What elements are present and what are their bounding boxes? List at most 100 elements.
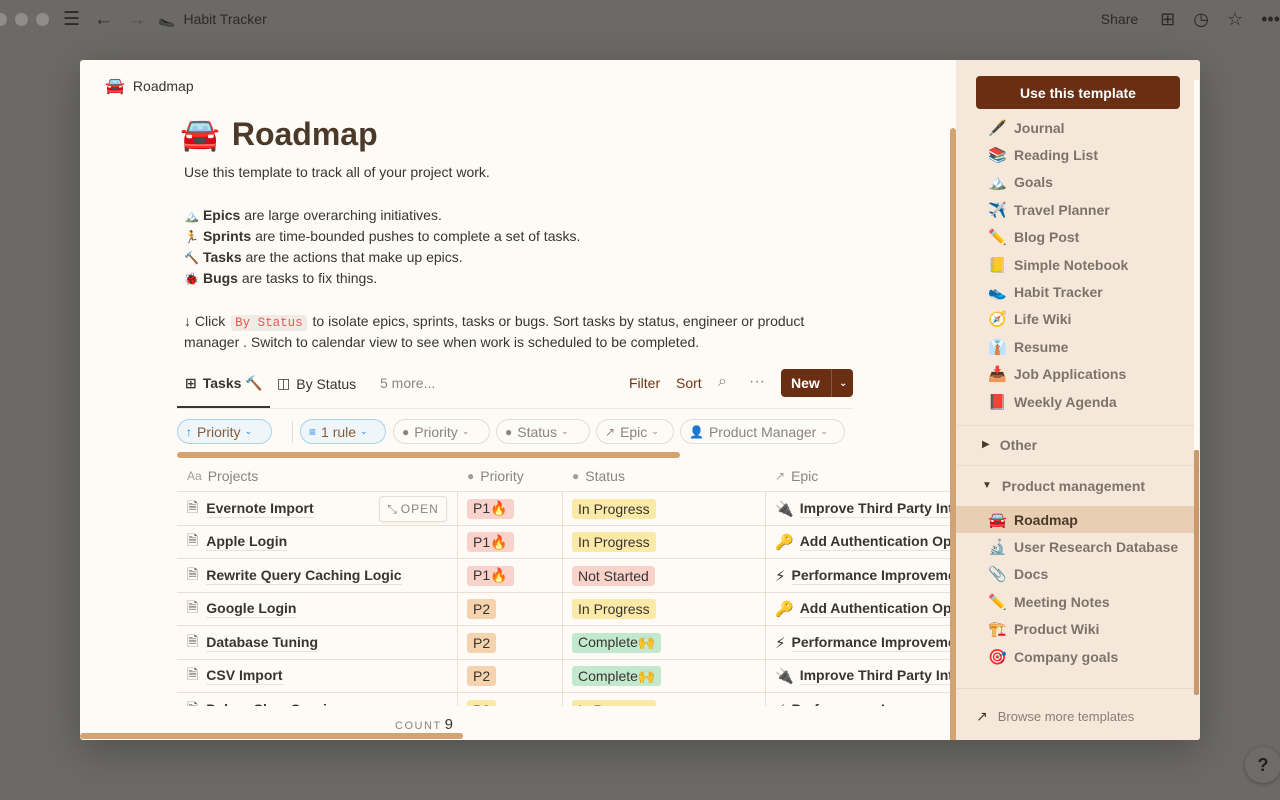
help-button[interactable]: ? bbox=[1245, 747, 1280, 783]
priority-cell[interactable]: P2 bbox=[467, 626, 497, 659]
more-views-button[interactable]: 5 more... bbox=[380, 375, 435, 391]
priority-cell[interactable]: P1🔥 bbox=[467, 559, 514, 592]
priority-cell[interactable]: P1🔥 bbox=[467, 526, 514, 559]
table-row[interactable]: 🗎 Debug Slow Queries P3 In Progress ⚡ Perform… bbox=[177, 693, 956, 706]
status-cell[interactable]: Complete🙌 bbox=[572, 660, 662, 693]
back-arrow-icon[interactable]: ← bbox=[94, 10, 113, 29]
column-header-priority[interactable]: ● Priority bbox=[467, 460, 524, 492]
search-icon[interactable]: ⌕ bbox=[718, 373, 727, 391]
horizontal-scrollbar-bottom[interactable] bbox=[80, 733, 463, 739]
sidebar-item-roadmap[interactable]: 🚘 Roadmap bbox=[956, 506, 1194, 533]
sidebar-item-user-research-database[interactable]: 🔬 User Research Database bbox=[956, 533, 1194, 560]
table-row[interactable]: 🗎 CSV Import P2 Complete🙌 🔌 Improve Third Par… bbox=[177, 660, 956, 693]
breadcrumb[interactable]: 🚘 Roadmap bbox=[105, 76, 194, 96]
project-cell[interactable]: 🗎 Google Login bbox=[187, 593, 457, 626]
status-filter-chip[interactable]: ● Status ⌄ bbox=[496, 419, 590, 444]
project-name[interactable]: Debug Slow Queries bbox=[206, 701, 342, 707]
project-name[interactable]: Evernote Import bbox=[206, 500, 314, 518]
sidebar-item-company-goals[interactable]: 🎯 Company goals bbox=[956, 643, 1194, 670]
favorite-star-icon[interactable]: ☆ bbox=[1227, 9, 1243, 30]
priority-cell[interactable]: P2 bbox=[467, 660, 497, 693]
sidebar-item-habit-tracker[interactable]: 👟 Habit Tracker bbox=[956, 278, 1194, 305]
window-close-button[interactable] bbox=[0, 12, 7, 26]
filter-button[interactable]: Filter bbox=[629, 375, 660, 391]
column-header-projects[interactable]: Aa Projects bbox=[187, 460, 258, 492]
use-template-button[interactable]: Use this template bbox=[976, 76, 1180, 109]
priority-cell[interactable]: P3 bbox=[467, 693, 497, 706]
sidebar-item-resume[interactable]: 👔 Resume bbox=[956, 333, 1194, 360]
epic-link[interactable]: Performance Improvements bbox=[791, 634, 956, 652]
sidebar-item-meeting-notes[interactable]: ✏️ Meeting Notes bbox=[956, 588, 1194, 615]
sidebar-scrollbar[interactable] bbox=[1194, 450, 1199, 695]
sort-priority-chip[interactable]: ↑ Priority ⌄ bbox=[177, 419, 272, 444]
sidebar-item-blog-post[interactable]: ✏️ Blog Post bbox=[956, 224, 1194, 251]
status-cell[interactable]: Complete🙌 bbox=[572, 626, 662, 659]
epic-filter-chip[interactable]: ↗ Epic ⌄ bbox=[596, 419, 674, 444]
sidebar-item-docs[interactable]: 📎 Docs bbox=[956, 561, 1194, 588]
status-cell[interactable]: In Progress bbox=[572, 593, 656, 626]
table-row[interactable]: 🗎 Rewrite Query Caching Logic P1🔥 Not Start… bbox=[177, 559, 956, 593]
history-clock-icon[interactable]: ◷ bbox=[1193, 9, 1209, 30]
epic-link[interactable]: Improve Third Party Integrations bbox=[799, 500, 956, 518]
page-title-breadcrumb[interactable]: 🥿 Habit Tracker bbox=[158, 11, 267, 28]
forward-arrow-icon[interactable]: → bbox=[127, 10, 146, 29]
epic-cell[interactable]: 🔌 Improve Third Party Integrations bbox=[775, 660, 956, 693]
epic-link[interactable]: Add Authentication Options bbox=[799, 600, 956, 618]
status-cell[interactable]: In Progress bbox=[572, 693, 656, 706]
sidebar-item-travel-planner[interactable]: ✈️ Travel Planner bbox=[956, 196, 1194, 223]
tab-tasks[interactable]: ⊞ Tasks 🔨 bbox=[185, 375, 263, 392]
open-row-button[interactable]: ⤡ OPEN bbox=[379, 496, 447, 522]
table-row[interactable]: +⠿🗎Evernote Import⤡OPENP1🔥In Progress🔌Im… bbox=[177, 492, 956, 526]
sidebar-item-journal[interactable]: 🖋️ Journal bbox=[956, 114, 1194, 141]
sidebar-item-life-wiki[interactable]: 🧭 Life Wiki bbox=[956, 306, 1194, 333]
new-button[interactable]: New ⌄ bbox=[781, 369, 853, 397]
status-cell[interactable]: In Progress bbox=[572, 526, 656, 559]
epic-link[interactable]: Performance Improvements bbox=[792, 701, 956, 707]
horizontal-scrollbar[interactable] bbox=[177, 452, 680, 458]
project-cell[interactable]: 🗎 Database Tuning bbox=[187, 626, 457, 659]
browse-more-templates-link[interactable]: ↗ Browse more templates bbox=[976, 708, 1134, 725]
sidebar-item-product-wiki[interactable]: 🏗️ Product Wiki bbox=[956, 616, 1194, 643]
project-cell[interactable]: 🗎 CSV Import bbox=[187, 660, 457, 693]
column-header-status[interactable]: ● Status bbox=[572, 460, 625, 492]
sidebar-item-simple-notebook[interactable]: 📒 Simple Notebook bbox=[956, 251, 1194, 278]
filter-rule-chip[interactable]: ≡ 1 rule ⌄ bbox=[300, 419, 386, 444]
project-name[interactable]: Rewrite Query Caching Logic bbox=[206, 567, 402, 585]
sidebar-group-product-management[interactable]: ▼ Product management bbox=[956, 472, 1194, 499]
sidebar-menu-icon[interactable]: ☰ bbox=[63, 10, 80, 29]
epic-cell[interactable]: 🔑 Add Authentication Options bbox=[775, 593, 956, 626]
project-name[interactable]: CSV Import bbox=[206, 667, 283, 685]
epic-cell[interactable]: ⚡ Performance Improvements bbox=[775, 693, 956, 707]
epic-cell[interactable]: ⚡ Performance Improvements bbox=[775, 626, 956, 659]
project-cell[interactable]: 🗎 Rewrite Query Caching Logic bbox=[187, 559, 457, 592]
table-row[interactable]: 🗎 Apple Login P1🔥 In Progress 🔑 Add Authentic… bbox=[177, 526, 956, 559]
epic-link[interactable]: Improve Third Party Integrations bbox=[799, 667, 956, 685]
product-manager-filter-chip[interactable]: 👤 Product Manager ⌄ bbox=[680, 419, 845, 444]
more-dots-icon[interactable]: ••• bbox=[1261, 9, 1280, 30]
sidebar-item-weekly-agenda[interactable]: 📕 Weekly Agenda bbox=[956, 388, 1194, 415]
project-name[interactable]: Google Login bbox=[206, 600, 297, 618]
epic-link[interactable]: Performance Improvements bbox=[791, 567, 956, 585]
epic-link[interactable]: Add Authentication Options bbox=[799, 533, 956, 551]
sort-button[interactable]: Sort bbox=[676, 375, 702, 391]
templates-grid-icon[interactable]: ⊞ bbox=[1160, 9, 1175, 30]
table-row[interactable]: 🗎 Database Tuning P2 Complete🙌 ⚡ Performance … bbox=[177, 626, 956, 660]
window-minimize-button[interactable] bbox=[15, 12, 28, 26]
epic-cell[interactable]: 🔌 Improve Third Party Integrations bbox=[775, 492, 956, 525]
chevron-down-icon[interactable]: ⌄ bbox=[832, 378, 847, 389]
priority-cell[interactable]: P1🔥 bbox=[467, 492, 514, 525]
table-row[interactable]: 🗎 Google Login P2 In Progress 🔑 Add Authentic… bbox=[177, 593, 956, 626]
window-zoom-button[interactable] bbox=[36, 12, 49, 26]
tab-by-status[interactable]: ◫ By Status bbox=[277, 375, 356, 392]
epic-cell[interactable]: 🔑 Add Authentication Options bbox=[775, 526, 956, 559]
sidebar-item-goals[interactable]: 🏔️ Goals bbox=[956, 169, 1194, 196]
project-name[interactable]: Database Tuning bbox=[206, 634, 319, 652]
priority-filter-chip[interactable]: ● Priority ⌄ bbox=[393, 419, 490, 444]
more-options-icon[interactable]: ··· bbox=[749, 373, 765, 391]
project-cell[interactable]: 🗎 Debug Slow Queries bbox=[187, 693, 457, 707]
column-header-epic[interactable]: ↗ Epic bbox=[775, 460, 818, 492]
priority-cell[interactable]: P2 bbox=[467, 593, 497, 626]
sidebar-item-job-applications[interactable]: 📥 Job Applications bbox=[956, 361, 1194, 388]
sidebar-item-reading-list[interactable]: 📚 Reading List bbox=[956, 141, 1194, 168]
project-cell[interactable]: 🗎 Apple Login bbox=[187, 526, 457, 559]
